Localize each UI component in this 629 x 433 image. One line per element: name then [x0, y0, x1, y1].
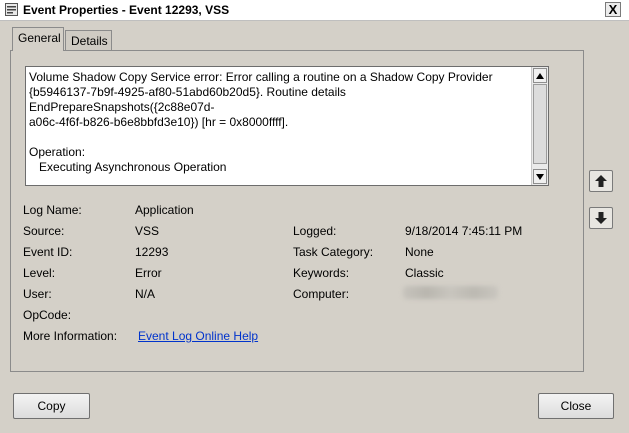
- triangle-down-icon: [536, 174, 544, 180]
- description-scrollbar[interactable]: [531, 67, 548, 185]
- log-name-label: Log Name:: [23, 203, 82, 217]
- user-label: User:: [23, 287, 52, 301]
- level-value: Error: [135, 266, 162, 280]
- event-viewer-icon: [5, 3, 18, 16]
- close-window-button[interactable]: X: [605, 2, 621, 17]
- close-icon: X: [608, 2, 618, 17]
- next-event-button[interactable]: [589, 207, 613, 229]
- computer-label: Computer:: [293, 287, 350, 301]
- task-category-value: None: [405, 245, 434, 259]
- task-category-label: Task Category:: [293, 245, 374, 259]
- event-id-label: Event ID:: [23, 245, 73, 259]
- window-title: Event Properties - Event 12293, VSS: [23, 3, 230, 17]
- title-bar: Event Properties - Event 12293, VSS X: [0, 0, 629, 21]
- more-info-label: More Information:: [23, 329, 118, 343]
- close-button[interactable]: Close: [538, 393, 614, 419]
- event-description-box[interactable]: Volume Shadow Copy Service error: Error …: [25, 66, 549, 186]
- tab-details[interactable]: Details: [65, 30, 112, 50]
- keywords-value: Classic: [405, 266, 444, 280]
- event-id-value: 12293: [135, 245, 169, 259]
- source-value: VSS: [135, 224, 160, 238]
- log-name-value: Application: [135, 203, 194, 217]
- opcode-label: OpCode:: [23, 308, 72, 322]
- tab-label: General: [18, 31, 61, 45]
- keywords-label: Keywords:: [293, 266, 350, 280]
- tab-label: Details: [71, 34, 108, 48]
- triangle-up-icon: [536, 73, 544, 79]
- scroll-up-button[interactable]: [533, 68, 547, 83]
- level-label: Level:: [23, 266, 56, 280]
- arrow-down-icon: [595, 212, 607, 224]
- source-label: Source:: [23, 224, 65, 238]
- event-description-text: Volume Shadow Copy Service error: Error …: [29, 70, 493, 174]
- copy-button[interactable]: Copy: [13, 393, 90, 419]
- scroll-down-button[interactable]: [533, 169, 547, 184]
- computer-value-redacted: [403, 286, 498, 299]
- close-button-label: Close: [560, 399, 592, 413]
- event-log-online-help-link[interactable]: Event Log Online Help: [138, 329, 258, 343]
- copy-button-label: Copy: [37, 399, 66, 413]
- previous-event-button[interactable]: [589, 170, 613, 192]
- arrow-up-icon: [595, 175, 607, 187]
- logged-value: 9/18/2014 7:45:11 PM: [405, 224, 523, 238]
- scroll-thumb[interactable]: [533, 84, 547, 164]
- user-value: N/A: [135, 287, 156, 301]
- logged-label: Logged:: [293, 224, 337, 238]
- tab-general[interactable]: General: [12, 27, 64, 51]
